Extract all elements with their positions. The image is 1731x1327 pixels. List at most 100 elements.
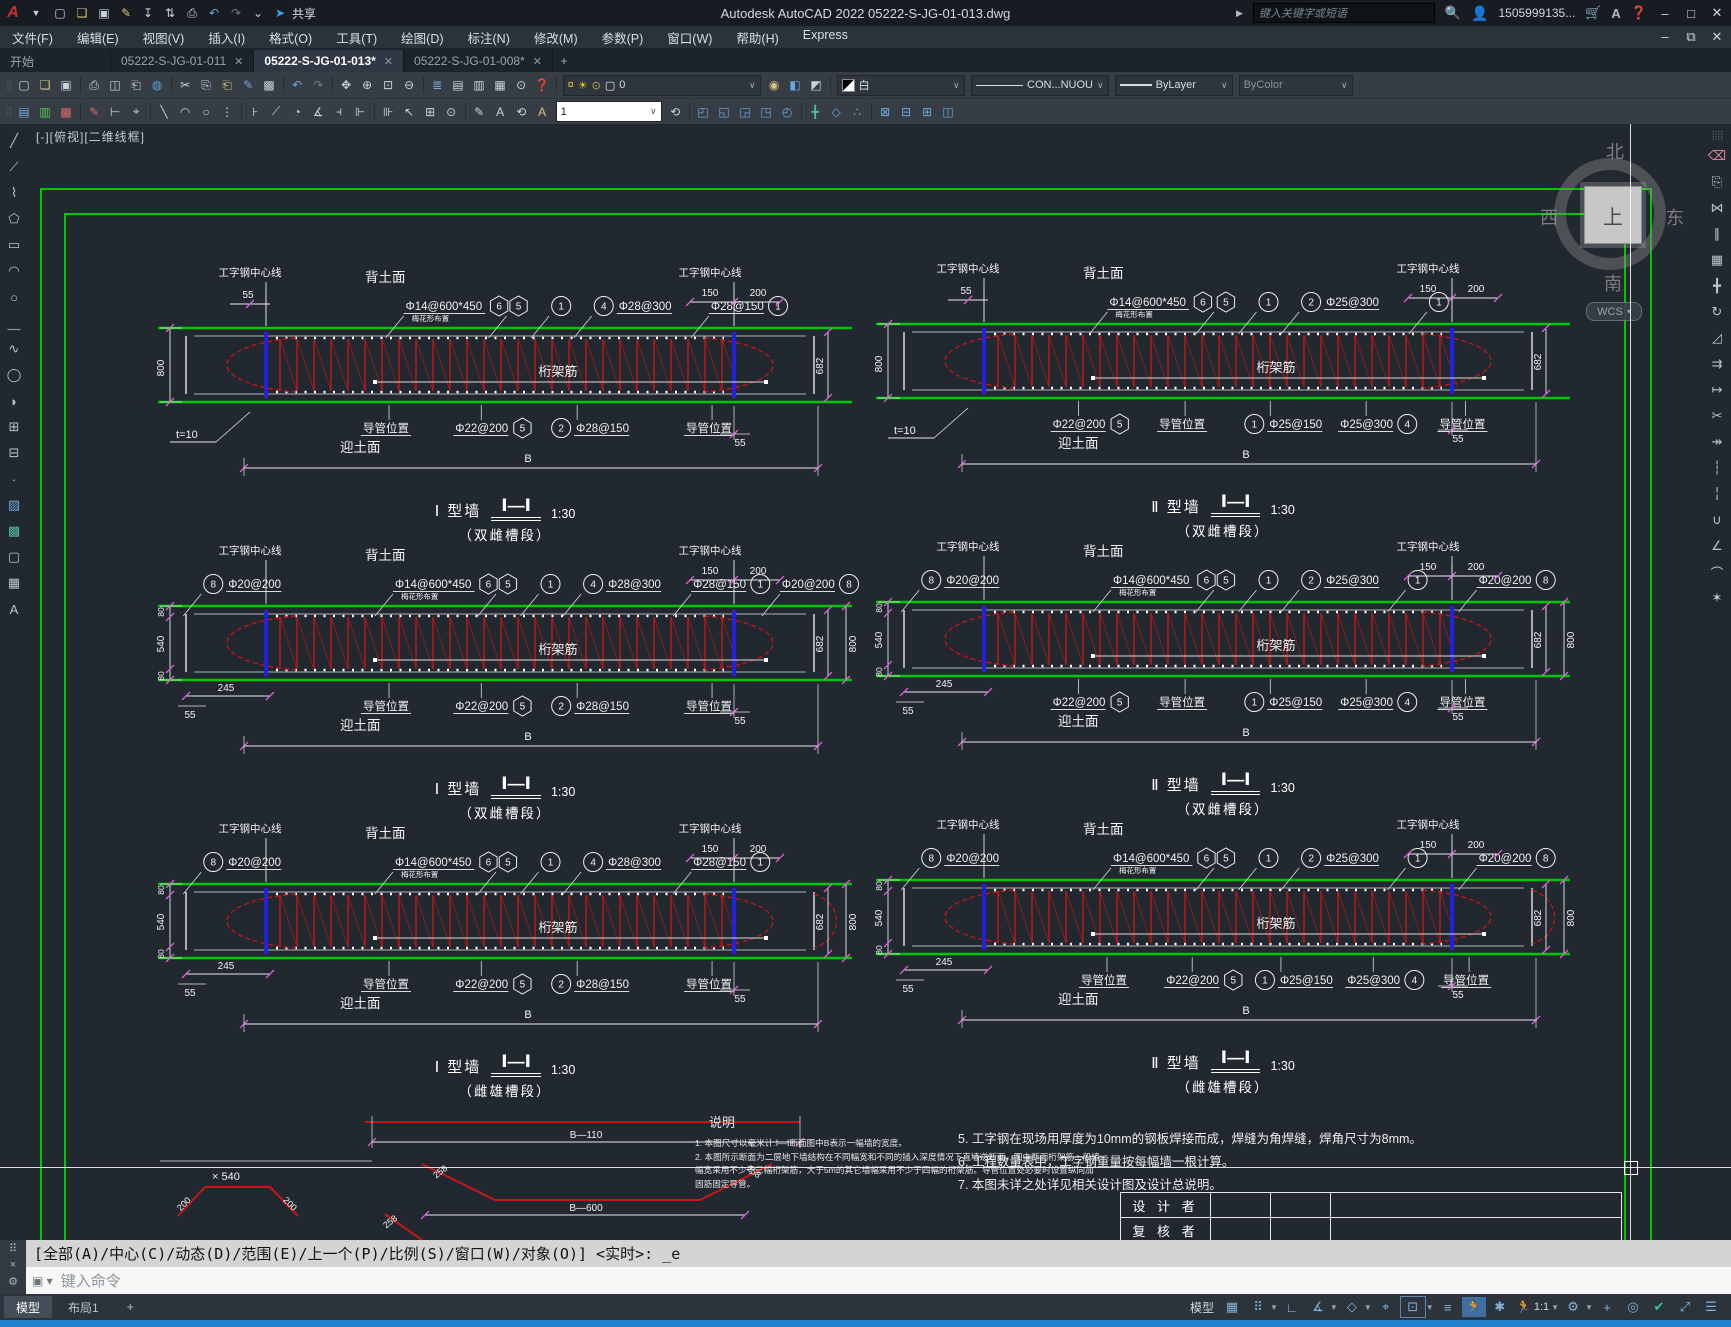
transfer-icon[interactable]: ⇅	[160, 3, 180, 23]
join-icon[interactable]: ∪	[1705, 509, 1729, 531]
undo-icon[interactable]: ↶	[204, 3, 224, 23]
isometric-drafting-toggle[interactable]: ◇	[1340, 1297, 1364, 1317]
menu-编辑(E)[interactable]: 编辑(E)	[65, 28, 131, 47]
doc-tab-05222-S-JG-01-008*[interactable]: 05222-S-JG-01-008* ✕	[404, 50, 553, 72]
make-object-layer-current-icon[interactable]: ◉	[764, 75, 785, 96]
revision-cloud-icon[interactable]: ﹏	[2, 312, 26, 334]
chevron-down-icon[interactable]: ▼	[1551, 1303, 1559, 1312]
point-icon[interactable]: ∙	[2, 468, 26, 490]
dim-radius-icon[interactable]: ◔	[287, 101, 308, 122]
rotate-icon[interactable]: ↻	[1705, 301, 1729, 323]
customize-icon[interactable]: ⌄	[248, 3, 268, 23]
model-space-label[interactable]: 模型	[1190, 1299, 1214, 1316]
divide-icon[interactable]: ⋮	[217, 101, 238, 122]
object-snap-tracking-toggle[interactable]: ⌖	[1374, 1297, 1398, 1317]
app-logo-icon[interactable]: A	[0, 2, 26, 24]
publish-icon[interactable]: ⎗	[126, 75, 147, 96]
x-axis-ucs-icon[interactable]: ⊠	[875, 101, 896, 122]
save-as-icon[interactable]: ✎	[116, 3, 136, 23]
match-properties-icon[interactable]: ✎	[238, 75, 259, 96]
open-icon[interactable]: ❏	[35, 75, 56, 96]
menu-插入(I)[interactable]: 插入(I)	[196, 28, 257, 47]
scale-icon[interactable]: ◿	[1705, 327, 1729, 349]
line-seg-icon[interactable]: ╲	[154, 101, 175, 122]
redo-icon[interactable]: ↷	[226, 3, 246, 23]
redo-arrow-icon[interactable]: ↷	[308, 75, 329, 96]
lineweight-dropdown[interactable]: ByLayer ∨	[1114, 74, 1233, 96]
toolbar-grip[interactable]: ⣿	[6, 80, 13, 91]
edit-block-icon[interactable]: ▩	[259, 75, 280, 96]
menu-工具(T)[interactable]: 工具(T)	[324, 28, 389, 47]
array-icon[interactable]: ▦	[1705, 249, 1729, 271]
world-ucs-icon[interactable]: ◱	[714, 101, 735, 122]
table-icon[interactable]: ▦	[2, 572, 26, 594]
properties-icon[interactable]: ▤	[14, 101, 35, 122]
menu-绘图(D)[interactable]: 绘图(D)	[389, 28, 455, 47]
erase-icon[interactable]: ⌫	[1705, 145, 1729, 167]
leader-icon[interactable]: ↖	[399, 101, 420, 122]
dim-update-icon[interactable]: ⟲	[511, 101, 532, 122]
auto-scale-toggle[interactable]: ✱	[1488, 1297, 1512, 1317]
pan-icon[interactable]: ✥	[336, 75, 357, 96]
save-icon[interactable]: ▣	[94, 3, 114, 23]
cart-icon[interactable]: 🛒	[1585, 5, 1601, 21]
chamfer-icon[interactable]: ∠	[1705, 535, 1729, 557]
clean-screen-toggle[interactable]: ⤢	[1673, 1297, 1697, 1317]
face-ucs-icon[interactable]: ◲	[735, 101, 756, 122]
isolate-objects-toggle[interactable]: ◎	[1621, 1297, 1645, 1317]
command-input[interactable]: ▣ ▾ 键入命令	[26, 1267, 1731, 1294]
region-icon[interactable]: ▢	[2, 546, 26, 568]
doc-tab-05222-S-JG-01-013*[interactable]: 05222-S-JG-01-013* ✕	[254, 50, 405, 72]
chevron-down-icon[interactable]: ▼	[1364, 1303, 1372, 1312]
apply-ucs-icon[interactable]: ◫	[938, 101, 959, 122]
save-icon[interactable]: ▣	[56, 75, 77, 96]
snap-mode-toggle[interactable]: ⠿	[1246, 1297, 1270, 1317]
arc-icon[interactable]: ◠	[2, 260, 26, 282]
doc-restore-button[interactable]: ⧉	[1683, 29, 1699, 45]
new-layout-button[interactable]: +	[115, 1296, 146, 1318]
arc-seg-icon[interactable]: ◠	[175, 101, 196, 122]
tolerance-icon[interactable]: ⊞	[420, 101, 441, 122]
viewport-controls[interactable]: [-][俯视][二维线框]	[36, 128, 145, 145]
dim-baseline-icon[interactable]: ⫞	[329, 101, 350, 122]
dim-style-dropdown[interactable]: 1 ∨	[555, 101, 662, 122]
mirror-icon[interactable]: ⋈	[1705, 197, 1729, 219]
fillet-icon[interactable]: ⌒	[1705, 561, 1729, 583]
graphics-performance-toggle[interactable]: ✔	[1647, 1297, 1671, 1317]
autodesk-app-icon[interactable]: A	[1611, 6, 1620, 21]
tool-palettes-icon[interactable]: ▩	[56, 101, 77, 122]
dim-edit-icon[interactable]: ✎	[469, 101, 490, 122]
zoom-window-icon[interactable]: ⊡	[378, 75, 399, 96]
doc-tab-开始[interactable]: 开始	[0, 50, 111, 72]
trim-icon[interactable]: ✂	[1705, 405, 1729, 427]
app-menu-dropdown-icon[interactable]: ▼	[26, 3, 46, 23]
print-icon[interactable]: ⎙	[182, 3, 202, 23]
window-close-button[interactable]: ✕	[1709, 5, 1725, 21]
layer-off-icon[interactable]: ▦	[490, 75, 511, 96]
menu-Express[interactable]: Express	[791, 28, 860, 42]
view-ucs-icon[interactable]: ◴	[777, 101, 798, 122]
linetype-dropdown[interactable]: CON...NUOU ∨	[970, 74, 1109, 96]
move-icon[interactable]: ╋	[1705, 275, 1729, 297]
user-icon[interactable]: 👤	[1471, 5, 1488, 22]
dim-continue-icon[interactable]: ⊩	[350, 101, 371, 122]
line-icon[interactable]: ╱	[2, 130, 26, 152]
export-icon[interactable]: ↧	[138, 3, 158, 23]
menu-修改(M)[interactable]: 修改(M)	[522, 28, 590, 47]
3point-ucs-icon[interactable]: ∴	[847, 101, 868, 122]
share-icon[interactable]: ➤	[270, 3, 290, 23]
layer-properties-icon[interactable]: ≣	[427, 75, 448, 96]
layer-freeze-icon[interactable]: ▥	[469, 75, 490, 96]
break-icon[interactable]: ╎	[1705, 483, 1729, 505]
share-label[interactable]: 共享	[292, 5, 316, 22]
z-axis-rot-icon[interactable]: ⊞	[917, 101, 938, 122]
new-tab-button[interactable]: +	[553, 50, 575, 72]
viewcube-north[interactable]: 北	[1606, 138, 1624, 164]
help-icon[interactable]: ❓	[1631, 5, 1647, 21]
z-axis-ucs-icon[interactable]: ◇	[826, 101, 847, 122]
rectangle-icon[interactable]: ▭	[2, 234, 26, 256]
search-icon[interactable]: 🔍	[1445, 5, 1461, 21]
copy-icon[interactable]: ⎘	[1705, 171, 1729, 193]
object-snap-toggle[interactable]: ⊡	[1399, 1296, 1426, 1318]
viewcube-east[interactable]: 东	[1666, 204, 1684, 230]
